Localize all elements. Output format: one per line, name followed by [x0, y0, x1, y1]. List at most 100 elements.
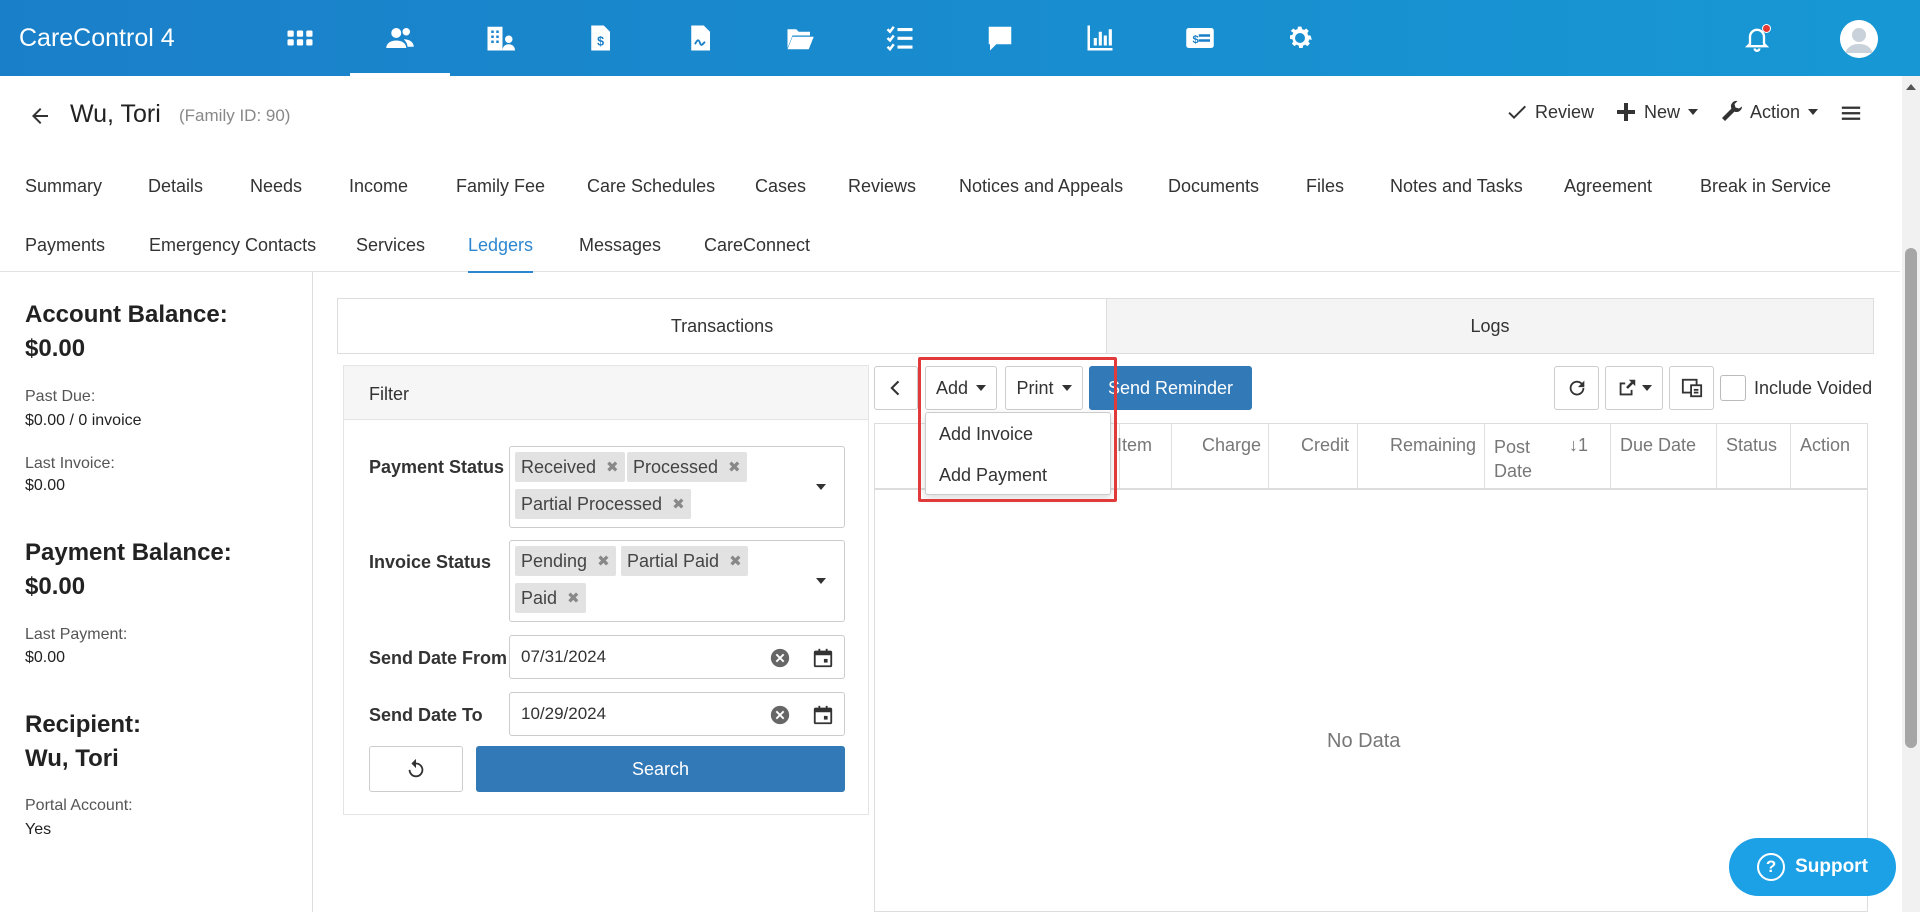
- transactions-grid: Item Charge Credit Remaining Post Date ↓…: [874, 423, 1868, 912]
- tab-logs[interactable]: Logs: [1106, 299, 1873, 353]
- search-button[interactable]: Search: [476, 746, 845, 792]
- remove-chip-icon[interactable]: ✖: [728, 458, 741, 476]
- tab-ledgers[interactable]: Ledgers: [468, 235, 534, 273]
- chip-label: Received: [521, 456, 597, 477]
- column-post-date-label: Post Date: [1494, 437, 1533, 481]
- hamburger-menu-icon[interactable]: [1840, 102, 1862, 124]
- remove-chip-icon[interactable]: ✖: [567, 589, 580, 607]
- payment-card-icon[interactable]: $: [1150, 0, 1250, 76]
- reset-filter-button[interactable]: [369, 746, 463, 792]
- column-item[interactable]: Item: [1117, 424, 1165, 488]
- tab-care-schedules[interactable]: Care Schedules: [587, 176, 715, 197]
- scroll-up-arrow-icon[interactable]: [1906, 84, 1916, 90]
- tab-reviews[interactable]: Reviews: [848, 176, 916, 197]
- plus-icon: [1617, 103, 1635, 121]
- column-due-date[interactable]: Due Date: [1610, 424, 1716, 488]
- sort-order-number: 1: [1578, 435, 1589, 455]
- notifications-bell-icon[interactable]: [1743, 24, 1773, 54]
- tab-agreement[interactable]: Agreement: [1564, 176, 1652, 197]
- column-action[interactable]: Action: [1790, 424, 1867, 488]
- chevron-down-icon[interactable]: [816, 578, 826, 584]
- tab-income[interactable]: Income: [349, 176, 408, 197]
- sort-descending-icon[interactable]: ↓1: [1569, 435, 1588, 456]
- svg-text:$: $: [1193, 34, 1200, 46]
- send-date-from-field[interactable]: 07/31/2024: [509, 635, 845, 679]
- remove-chip-icon[interactable]: ✖: [729, 552, 742, 570]
- tab-break-in-service[interactable]: Break in Service: [1700, 176, 1831, 197]
- tab-transactions[interactable]: Transactions: [338, 299, 1106, 353]
- column-charge[interactable]: Charge: [1171, 424, 1269, 488]
- invoice-dollar-icon[interactable]: $: [550, 0, 650, 76]
- refresh-button[interactable]: [1554, 366, 1599, 410]
- review-button[interactable]: Review: [1505, 100, 1594, 124]
- column-chooser-button[interactable]: [1669, 366, 1714, 410]
- tab-family-fee[interactable]: Family Fee: [456, 176, 545, 197]
- checklist-icon[interactable]: [850, 0, 950, 76]
- clear-circle-icon[interactable]: [769, 704, 791, 726]
- include-voided-checkbox[interactable]: [1720, 375, 1746, 401]
- chip-label: Partial Processed: [521, 493, 663, 514]
- tab-messages[interactable]: Messages: [579, 235, 661, 256]
- support-button[interactable]: ? Support: [1729, 838, 1896, 896]
- tab-services[interactable]: Services: [356, 235, 425, 256]
- collapse-filter-button[interactable]: [874, 366, 918, 410]
- page-scrollbar[interactable]: [1902, 76, 1920, 912]
- document-signature-icon[interactable]: [650, 0, 750, 76]
- scrollbar-thumb[interactable]: [1905, 248, 1917, 748]
- remove-chip-icon[interactable]: ✖: [597, 552, 610, 570]
- tab-needs[interactable]: Needs: [250, 176, 302, 197]
- action-button[interactable]: Action: [1720, 100, 1819, 124]
- invoice-status-label: Invoice Status: [369, 552, 492, 572]
- send-date-to-value: 10/29/2024: [521, 704, 607, 723]
- send-date-to-field[interactable]: 10/29/2024: [509, 692, 845, 736]
- column-due-date-label: Due Date: [1620, 435, 1697, 455]
- column-status[interactable]: Status: [1716, 424, 1790, 488]
- export-dropdown-button[interactable]: [1605, 366, 1663, 410]
- calendar-icon[interactable]: [812, 704, 834, 726]
- record-tabs: Summary Details Needs Income Family Fee …: [0, 152, 1900, 273]
- people-icon[interactable]: [350, 0, 450, 76]
- user-avatar[interactable]: [1840, 20, 1878, 58]
- remove-chip-icon[interactable]: ✖: [606, 458, 619, 476]
- tab-summary[interactable]: Summary: [25, 176, 102, 197]
- gear-icon[interactable]: [1250, 0, 1350, 76]
- tab-careconnect[interactable]: CareConnect: [704, 235, 810, 256]
- payment-status-select[interactable]: Received ✖ Processed ✖ Partial Processed ✖: [509, 446, 845, 528]
- support-label: Support: [1795, 856, 1868, 877]
- tab-notes-and-tasks[interactable]: Notes and Tasks: [1390, 176, 1523, 197]
- folder-open-icon[interactable]: [750, 0, 850, 76]
- chevron-down-icon[interactable]: [816, 484, 826, 490]
- top-bar: CareControl 4 $ $: [0, 0, 1920, 76]
- menu-item-add-invoice[interactable]: Add Invoice: [939, 424, 1033, 445]
- tab-documents[interactable]: Documents: [1168, 176, 1259, 197]
- column-remaining[interactable]: Remaining: [1357, 424, 1484, 488]
- tab-notices-and-appeals[interactable]: Notices and Appeals: [959, 176, 1123, 197]
- column-item-label: Item: [1117, 435, 1153, 455]
- print-dropdown-button[interactable]: Print: [1005, 366, 1083, 410]
- last-invoice-label: Last Invoice:: [25, 455, 115, 472]
- column-credit[interactable]: Credit: [1268, 424, 1357, 488]
- remove-chip-icon[interactable]: ✖: [672, 495, 685, 513]
- print-label: Print: [1016, 377, 1054, 398]
- chat-icon[interactable]: [950, 0, 1050, 76]
- column-post-date[interactable]: Post Date ↓1: [1484, 424, 1610, 488]
- send-reminder-button[interactable]: Send Reminder: [1089, 366, 1252, 410]
- export-icon: [1619, 379, 1636, 396]
- building-icon[interactable]: [450, 0, 550, 76]
- tab-emergency-contacts[interactable]: Emergency Contacts: [149, 235, 316, 256]
- calendar-icon[interactable]: [812, 647, 834, 669]
- filter-title: Filter: [369, 384, 409, 404]
- back-arrow-icon[interactable]: [28, 104, 52, 128]
- tab-files[interactable]: Files: [1306, 176, 1344, 197]
- apps-grid-icon[interactable]: [250, 0, 350, 76]
- tab-details[interactable]: Details: [148, 176, 203, 197]
- invoice-status-select[interactable]: Pending ✖ Partial Paid ✖ Paid ✖: [509, 540, 845, 622]
- bar-chart-icon[interactable]: [1050, 0, 1150, 76]
- new-button[interactable]: New: [1614, 100, 1699, 124]
- add-dropdown-button[interactable]: Add: [925, 366, 997, 410]
- past-due-label: Past Due:: [25, 388, 96, 405]
- clear-circle-icon[interactable]: [769, 647, 791, 669]
- tab-cases[interactable]: Cases: [755, 176, 806, 197]
- menu-item-add-payment[interactable]: Add Payment: [939, 465, 1047, 486]
- tab-payments[interactable]: Payments: [25, 235, 105, 256]
